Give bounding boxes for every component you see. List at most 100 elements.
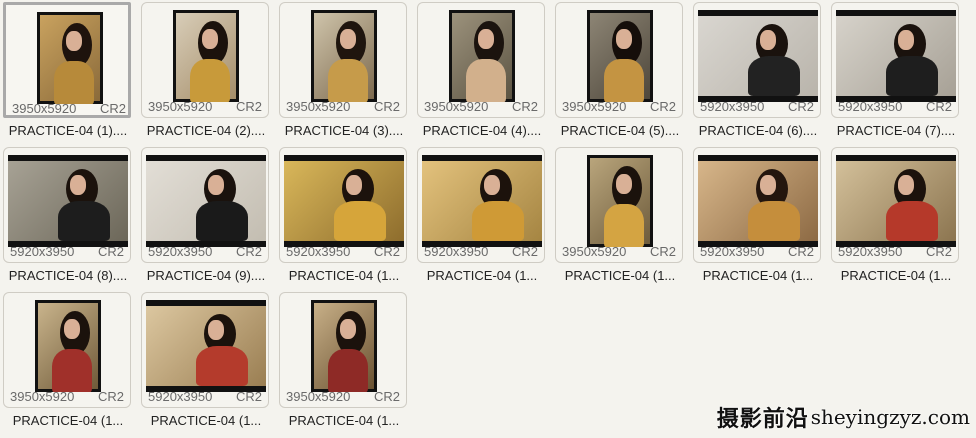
image-dimensions: 5920x3950: [10, 244, 75, 259]
figure-face: [346, 175, 362, 195]
file-name[interactable]: PRACTICE-04 (1...: [0, 413, 136, 428]
photo-image: [314, 303, 374, 392]
file-name[interactable]: PRACTICE-04 (3)....: [276, 123, 412, 138]
thumbnail-card[interactable]: 3950x5920 CR2: [555, 2, 683, 118]
thumbnail-card[interactable]: 3950x5920 CR2: [3, 292, 131, 408]
thumbnail-card[interactable]: 5920x3950 CR2: [141, 147, 269, 263]
file-name[interactable]: PRACTICE-04 (1...: [552, 268, 688, 283]
file-item[interactable]: 5920x3950 CR2 PRACTICE-04 (1...: [414, 145, 552, 290]
thumbnail-card[interactable]: 5920x3950 CR2: [831, 2, 959, 118]
file-name[interactable]: PRACTICE-04 (1...: [690, 268, 826, 283]
photo-thumbnail[interactable]: [449, 10, 515, 102]
photo-image: [836, 161, 956, 241]
file-name[interactable]: PRACTICE-04 (6)....: [690, 123, 826, 138]
thumbnail-card[interactable]: 5920x3950 CR2: [693, 2, 821, 118]
file-item[interactable]: 5920x3950 CR2 PRACTICE-04 (7)....: [828, 0, 966, 145]
photo-image: [698, 161, 818, 241]
figure-face: [202, 29, 218, 49]
photo-thumbnail[interactable]: [836, 10, 956, 102]
thumbnail-card[interactable]: 3950x5920 CR2: [417, 2, 545, 118]
file-item[interactable]: 3950x5920 CR2 PRACTICE-04 (5)....: [552, 0, 690, 145]
file-item[interactable]: 3950x5920 CR2 PRACTICE-04 (2)....: [138, 0, 276, 145]
photo-image: [284, 161, 404, 241]
figure-face: [484, 175, 500, 195]
file-item[interactable]: 5920x3950 CR2 PRACTICE-04 (8)....: [0, 145, 138, 290]
file-name[interactable]: PRACTICE-04 (1...: [276, 268, 412, 283]
figure-body: [196, 346, 248, 386]
thumbnail-card[interactable]: 5920x3950 CR2: [831, 147, 959, 263]
thumbnail-card[interactable]: 5920x3950 CR2: [3, 147, 131, 263]
file-extension: CR2: [235, 99, 262, 114]
file-meta: 3950x5920 CR2: [6, 101, 134, 117]
thumbnail-card[interactable]: 3950x5920 CR2: [279, 2, 407, 118]
file-name[interactable]: PRACTICE-04 (1...: [138, 413, 274, 428]
photo-thumbnail[interactable]: [422, 155, 542, 247]
photo-thumbnail[interactable]: [35, 300, 101, 392]
file-item[interactable]: 5920x3950 CR2 PRACTICE-04 (1...: [276, 145, 414, 290]
file-item[interactable]: 5920x3950 CR2 PRACTICE-04 (1...: [138, 290, 276, 435]
thumbnail-card[interactable]: 3950x5920 CR2: [555, 147, 683, 263]
thumbnail-card[interactable]: 5920x3950 CR2: [417, 147, 545, 263]
figure-face: [208, 175, 224, 195]
file-item[interactable]: 3950x5920 CR2 PRACTICE-04 (3)....: [276, 0, 414, 145]
photo-thumbnail[interactable]: [37, 12, 103, 104]
thumbnail-card[interactable]: 5920x3950 CR2: [693, 147, 821, 263]
photo-thumbnail[interactable]: [146, 300, 266, 392]
file-item[interactable]: 3950x5920 CR2 PRACTICE-04 (1...: [0, 290, 138, 435]
file-item[interactable]: 5920x3950 CR2 PRACTICE-04 (1...: [690, 145, 828, 290]
figure-body: [748, 56, 800, 96]
file-item[interactable]: 5920x3950 CR2 PRACTICE-04 (1...: [828, 145, 966, 290]
image-dimensions: 5920x3950: [838, 244, 903, 259]
thumbnail-card[interactable]: 5920x3950 CR2: [141, 292, 269, 408]
file-name[interactable]: PRACTICE-04 (7)....: [828, 123, 964, 138]
image-dimensions: 5920x3950: [148, 244, 213, 259]
thumbnail-card[interactable]: 5920x3950 CR2: [279, 147, 407, 263]
photo-thumbnail[interactable]: [311, 10, 377, 102]
file-meta: 3950x5920 CR2: [418, 99, 546, 115]
file-item[interactable]: 3950x5920 CR2 PRACTICE-04 (1)....: [0, 0, 138, 145]
file-name[interactable]: PRACTICE-04 (9)....: [138, 268, 274, 283]
figure-body: [58, 201, 110, 241]
file-item[interactable]: 5920x3950 CR2 PRACTICE-04 (6)....: [690, 0, 828, 145]
watermark-cn: 摄影前沿: [716, 406, 809, 432]
file-name[interactable]: PRACTICE-04 (4)....: [414, 123, 550, 138]
file-extension: CR2: [235, 389, 262, 404]
file-meta: 3950x5920 CR2: [280, 99, 408, 115]
thumbnail-card[interactable]: 3950x5920 CR2: [279, 292, 407, 408]
photo-thumbnail[interactable]: [146, 155, 266, 247]
photo-image: [590, 158, 650, 247]
file-name[interactable]: PRACTICE-04 (8)....: [0, 268, 136, 283]
file-name[interactable]: PRACTICE-04 (1...: [414, 268, 550, 283]
file-meta: 5920x3950 CR2: [694, 99, 822, 115]
photo-image: [314, 13, 374, 102]
figure-body: [472, 201, 524, 241]
image-dimensions: 3950x5920: [424, 99, 489, 114]
photo-thumbnail[interactable]: [173, 10, 239, 102]
photo-thumbnail[interactable]: [8, 155, 128, 247]
file-name[interactable]: PRACTICE-04 (1...: [276, 413, 412, 428]
photo-thumbnail[interactable]: [836, 155, 956, 247]
photo-thumbnail[interactable]: [698, 10, 818, 102]
figure-face: [70, 175, 86, 195]
file-item[interactable]: 5920x3950 CR2 PRACTICE-04 (9)....: [138, 145, 276, 290]
file-name[interactable]: PRACTICE-04 (5)....: [552, 123, 688, 138]
file-item[interactable]: 3950x5920 CR2 PRACTICE-04 (1...: [552, 145, 690, 290]
figure-face: [898, 175, 914, 195]
photo-thumbnail[interactable]: [284, 155, 404, 247]
photo-thumbnail[interactable]: [311, 300, 377, 392]
file-item[interactable]: 3950x5920 CR2 PRACTICE-04 (4)....: [414, 0, 552, 145]
thumbnail-card[interactable]: 3950x5920 CR2: [141, 2, 269, 118]
file-meta: 5920x3950 CR2: [4, 244, 132, 260]
file-item[interactable]: 3950x5920 CR2 PRACTICE-04 (1...: [276, 290, 414, 435]
photo-thumbnail[interactable]: [698, 155, 818, 247]
photo-thumbnail[interactable]: [587, 155, 653, 247]
file-name[interactable]: PRACTICE-04 (2)....: [138, 123, 274, 138]
thumbnail-card[interactable]: 3950x5920 CR2: [3, 2, 131, 118]
image-dimensions: 3950x5920: [562, 99, 627, 114]
file-name[interactable]: PRACTICE-04 (1...: [828, 268, 964, 283]
image-dimensions: 3950x5920: [286, 99, 351, 114]
file-name[interactable]: PRACTICE-04 (1)....: [0, 123, 136, 138]
photo-image: [698, 16, 818, 96]
photo-image: [146, 161, 266, 241]
photo-thumbnail[interactable]: [587, 10, 653, 102]
